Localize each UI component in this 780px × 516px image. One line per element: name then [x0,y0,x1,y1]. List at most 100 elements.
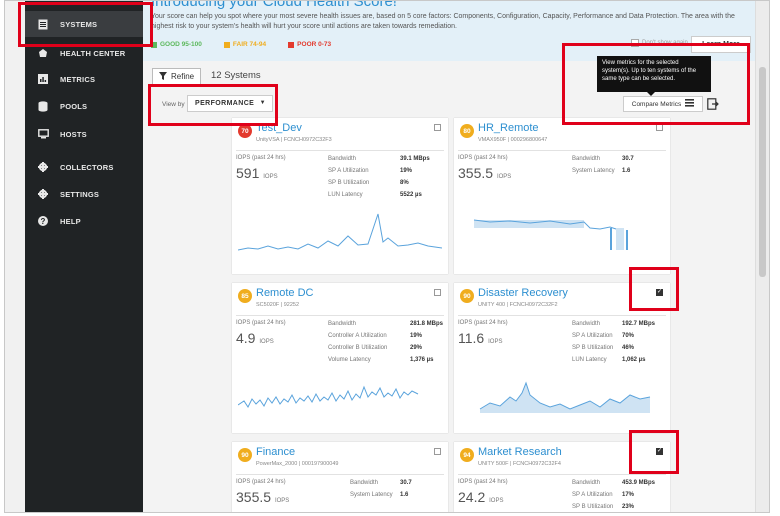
iops-number: 355.5 [236,489,272,505]
highlight-box-compare [562,43,750,125]
metric-label: SP A Utilization [328,168,369,174]
divider [458,474,666,475]
iops-label: IOPS (past 24 hrs) [458,320,508,326]
system-name[interactable]: Disaster Recovery [478,287,568,299]
metric-value: 29% [410,345,423,351]
iops-label: IOPS (past 24 hrs) [236,155,286,161]
metric-value: 30.7 [622,156,634,162]
metric-label: Bandwidth [328,321,357,327]
iops-value: 24.2 IOPS [458,489,503,505]
select-checkbox[interactable] [434,289,441,296]
health-score-badge: 70 [238,124,252,138]
iops-value: 591 IOPS [236,165,278,181]
divider [458,315,666,316]
system-name[interactable]: Market Research [478,446,562,458]
highlight-box-systems [18,2,153,47]
metric-label: Bandwidth [572,321,601,327]
metric-value: 19% [400,168,413,174]
iops-unit: IOPS [259,339,274,345]
filter-icon [159,71,167,82]
metric-value: 5522 µs [400,192,422,198]
divider [236,474,444,475]
iops-sparkline [238,385,419,408]
system-model: UnityVSA | FCNCH0972C32F3 [256,137,332,143]
metric-label: Controller B Utilization [328,345,388,351]
health-score-badge: 90 [238,448,252,462]
iops-sparkline [238,213,442,251]
iops-number: 24.2 [458,489,486,505]
iops-sparkline [479,381,651,413]
sidebar-item-help[interactable]: ? HELP [25,208,143,234]
metric-label: SP B Utilization [572,345,614,351]
legend-poor: POOR 0-73 [288,41,331,48]
sidebar-item-label: HOSTS [60,129,87,139]
vertical-scrollbar[interactable] [755,1,769,512]
metric-label: SP A Utilization [572,492,613,498]
sidebar-item-label: COLLECTORS [60,162,114,172]
app-window: SYSTEMS HEALTH CENTER METRICS POOLS HOST… [4,0,770,513]
divider [236,315,444,316]
system-card[interactable]: 85 Remote DC SC5020F | 92252 IOPS (past … [232,283,448,433]
metric-value: 192.7 MBps [622,321,656,327]
metric-label: Volume Latency [328,357,371,363]
highlight-box-checkbox [629,430,679,474]
metric-value: 1,062 µs [622,357,646,363]
sidebar-item-label: HELP [60,216,81,226]
sidebar-item-pools[interactable]: POOLS [25,93,143,119]
sidebar-item-settings[interactable]: SETTINGS [25,181,143,207]
metric-value: 453.9 MBps [622,480,656,486]
banner-text: Your score can help you spot where your … [151,13,735,30]
metric-value: 23% [622,504,635,510]
metric-label: LUN Latency [328,192,363,198]
metric-value: 1.6 [622,168,631,174]
legend-label: POOR 0-73 [297,41,332,48]
svg-text:?: ? [40,217,45,226]
iops-unit: IOPS [488,339,503,345]
sidebar-item-label: METRICS [60,74,96,84]
iops-unit: IOPS [496,174,512,180]
system-name[interactable]: Finance [256,446,295,458]
metric-value: 8% [400,180,409,186]
system-name[interactable]: HR_Remote [478,122,539,134]
refine-label: Refine [171,72,195,81]
iops-number: 4.9 [236,330,256,346]
system-card[interactable]: 70 Test_Dev UnityVSA | FCNCH0972C32F3 IO… [232,118,448,274]
iops-label: IOPS (past 24 hrs) [458,155,508,161]
sidebar-item-metrics[interactable]: METRICS [25,66,143,92]
select-checkbox[interactable] [656,124,663,131]
metric-value: 17% [622,492,635,498]
metric-label: System Latency [572,168,615,174]
divider [458,150,666,151]
system-model: VMAX950F | 000296800647 [478,137,548,143]
sidebar-item-hosts[interactable]: HOSTS [25,121,143,147]
iops-unit: IOPS [489,498,504,504]
select-checkbox[interactable] [434,124,441,131]
legend-fair: FAIR 74-94 [223,41,266,48]
help-icon: ? [37,215,49,227]
sidebar-item-collectors[interactable]: COLLECTORS [25,154,143,180]
refine-button[interactable]: Refine [152,68,202,85]
metric-value: 1,376 µs [410,357,434,363]
iops-unit: IOPS [263,174,278,180]
metric-value: 30.7 [400,480,412,486]
metric-label: Bandwidth [328,156,357,162]
metrics-icon [37,73,49,85]
iops-value: 11.6 IOPS [458,330,502,346]
metric-value: 19% [410,333,423,339]
system-card[interactable]: 80 HR_Remote VMAX950F | 000296800647 IOP… [454,118,670,274]
select-checkbox[interactable] [434,448,441,455]
metric-label: SP B Utilization [572,504,614,510]
system-name[interactable]: Remote DC [256,287,313,299]
legend-swatch [223,41,230,48]
metric-label: Bandwidth [572,156,601,162]
metric-label: System Latency [350,492,393,498]
health-center-icon [37,47,49,59]
system-card[interactable]: 90 Finance PowerMax_2000 | 000197900049 … [232,442,448,512]
hosts-icon [37,128,49,140]
metric-label: LUN Latency [572,357,607,363]
scrollbar-thumb[interactable] [759,67,766,277]
metric-label: SP B Utilization [328,180,370,186]
banner-title: Introducing your Cloud Health Score! [151,0,397,10]
metric-label: Controller A Utilization [328,333,387,339]
health-score-badge: 80 [460,124,474,138]
